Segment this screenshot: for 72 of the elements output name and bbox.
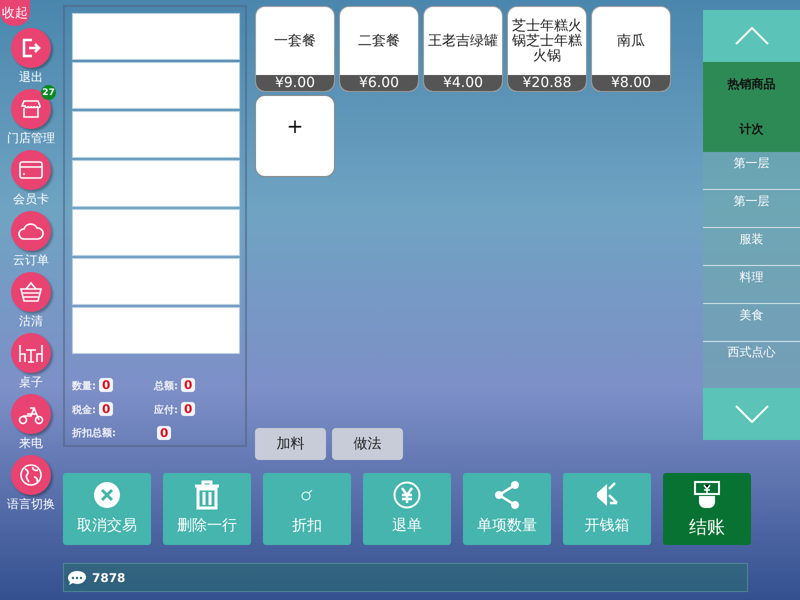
- hand-banknote-icon: [692, 480, 722, 510]
- category-tab[interactable]: 计次: [703, 107, 800, 152]
- category-tab[interactable]: 服装: [703, 228, 800, 266]
- add-product-button[interactable]: +: [255, 95, 335, 177]
- action-button[interactable]: 结账: [663, 473, 751, 545]
- order-row[interactable]: [72, 160, 240, 207]
- summary-value: 0: [99, 378, 114, 392]
- card-icon: [19, 161, 43, 179]
- product-price: ¥4.00: [424, 75, 502, 91]
- order-row[interactable]: [72, 111, 240, 158]
- status-text: 7878: [92, 570, 126, 584]
- notification-badge: 27: [41, 85, 56, 100]
- scroll-down-button[interactable]: [703, 388, 800, 440]
- category-tab[interactable]: 西式点心: [703, 342, 800, 362]
- product-tile[interactable]: 南瓜 ¥8.00: [591, 6, 671, 92]
- category-tab[interactable]: 美食: [703, 304, 800, 342]
- summary-value: 0: [181, 378, 196, 392]
- collapse-button[interactable]: 收起: [0, 0, 30, 26]
- chat-bubble-icon: [67, 570, 87, 586]
- order-row[interactable]: [72, 307, 240, 354]
- product-tile[interactable]: 二套餐 ¥6.00: [339, 6, 419, 92]
- basket-icon: [19, 281, 43, 303]
- summary-label: 税金:: [72, 405, 96, 416]
- tag-icon: [301, 489, 313, 501]
- category-tab[interactable]: 第一层: [703, 152, 800, 190]
- modifier-button[interactable]: 做法: [332, 428, 403, 460]
- product-name: 一套餐: [273, 32, 317, 50]
- product-tile[interactable]: 芝士年糕火锅芝士年糕火锅 ¥20.88: [507, 6, 587, 92]
- action-button[interactable]: 单项数量: [463, 473, 551, 545]
- action-button[interactable]: 删除一行: [163, 473, 251, 545]
- cash-drawer-icon: [595, 481, 619, 509]
- order-row[interactable]: [72, 258, 240, 305]
- share-icon: [493, 480, 521, 510]
- action-button[interactable]: 退单: [363, 473, 451, 545]
- summary-value: 0: [99, 402, 114, 416]
- product-price: ¥8.00: [592, 75, 670, 91]
- category-tab[interactable]: 热销商品: [703, 62, 800, 107]
- summary-value: 0: [181, 402, 196, 416]
- product-name: 二套餐: [357, 32, 401, 50]
- product-tile[interactable]: 一套餐 ¥9.00: [255, 6, 335, 92]
- product-name: 王老吉绿罐: [427, 32, 499, 50]
- product-name: 南瓜: [616, 32, 646, 50]
- summary-label: 总额:: [154, 381, 178, 392]
- action-button[interactable]: 开钱箱: [563, 473, 651, 545]
- order-row[interactable]: [72, 13, 240, 60]
- summary-label: 数量:: [72, 381, 96, 392]
- product-price: ¥20.88: [508, 75, 586, 91]
- category-tab[interactable]: 料理: [703, 266, 800, 304]
- exit-door-icon: [20, 37, 42, 59]
- product-price: ¥6.00: [340, 75, 418, 91]
- product-price: ¥9.00: [256, 75, 334, 91]
- product-tile[interactable]: 王老吉绿罐 ¥4.00: [423, 6, 503, 92]
- scroll-up-button[interactable]: [703, 10, 800, 62]
- category-tab[interactable]: 第一层: [703, 190, 800, 228]
- summary-value: 0: [157, 426, 172, 440]
- order-row[interactable]: [72, 62, 240, 109]
- summary-label: 折扣总额:: [72, 426, 117, 440]
- storefront-icon: [19, 98, 43, 120]
- globe-icon: [19, 463, 43, 487]
- summary-label: 应付:: [154, 405, 178, 416]
- action-button[interactable]: 折扣: [263, 473, 351, 545]
- yen-circle-icon: [393, 481, 421, 509]
- trash-icon: [194, 480, 220, 510]
- chevron-down-icon: [734, 405, 768, 423]
- chevron-up-icon: [734, 27, 768, 45]
- order-row[interactable]: [72, 209, 240, 256]
- product-name: 芝士年糕火锅芝士年糕火锅: [511, 16, 583, 66]
- action-button[interactable]: 取消交易: [63, 473, 151, 545]
- table-chairs-icon: [18, 343, 44, 363]
- cloud-icon: [17, 221, 45, 241]
- cancel-circle-icon: [93, 481, 121, 509]
- modifier-button[interactable]: 加料: [255, 428, 326, 460]
